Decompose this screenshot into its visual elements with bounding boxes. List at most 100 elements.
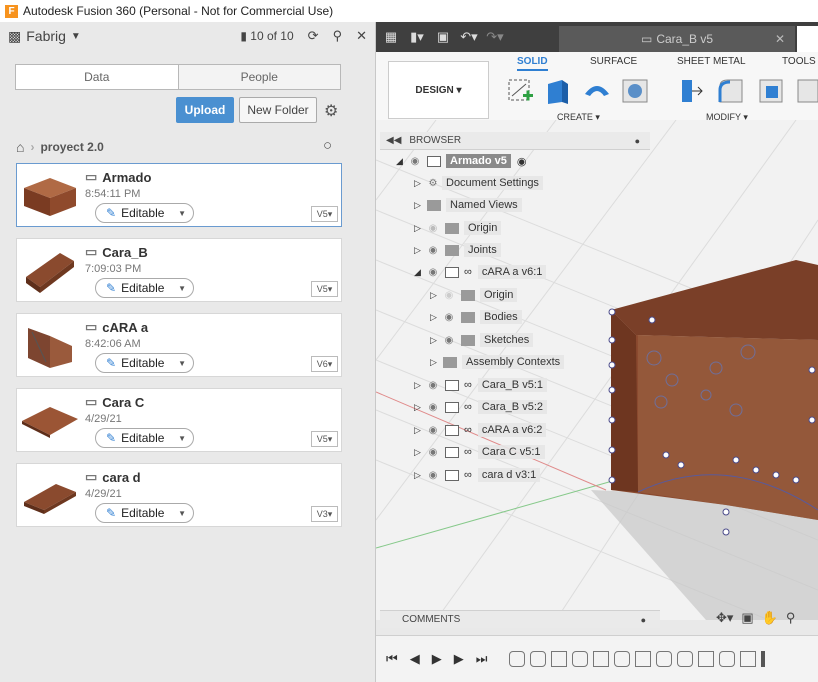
create-sketch-icon[interactable] (506, 76, 536, 106)
browser-node[interactable]: ▷ ⚙ Document Settings (414, 174, 543, 192)
close-icon[interactable]: ✕ (356, 28, 367, 44)
expand-triangle-icon[interactable]: ▷ (414, 447, 424, 458)
go-to-end-icon[interactable]: ⏭ (476, 651, 488, 667)
tab-people[interactable]: People (177, 65, 340, 89)
press-pull-icon[interactable] (676, 76, 706, 106)
browser-node[interactable]: ▷ ◉ ∞ cARA a v6:2 (414, 421, 547, 439)
comments-panel-header[interactable]: COMMENTS ● (380, 610, 660, 628)
browser-node[interactable]: ▷ ◉ ∞ Cara C v5:1 (414, 443, 545, 461)
tab-data[interactable]: Data (16, 65, 178, 89)
go-to-start-icon[interactable]: ⏮ (386, 651, 398, 667)
revolve-icon[interactable] (582, 76, 612, 106)
expand-triangle-icon[interactable]: ▷ (430, 335, 440, 346)
save-icon[interactable]: ▣ (432, 29, 454, 45)
tab-solid[interactable]: SOLID (517, 56, 548, 71)
version-badge[interactable]: V3 ▾ (311, 506, 338, 522)
version-badge[interactable]: V5 ▾ (311, 281, 338, 297)
browser-panel-header[interactable]: ◀◀ BROWSER ● (380, 132, 650, 150)
step-forward-icon[interactable]: ▶ (454, 651, 464, 667)
browser-node[interactable]: ◢ ◉ ∞ cARA a v6:1 (414, 263, 547, 281)
list-item[interactable]: ▭ Cara_B 7:09:03 PM ✎ Editable ▼ V5 ▾ (16, 238, 342, 302)
expand-triangle-icon[interactable]: ▷ (414, 200, 424, 211)
eye-icon[interactable]: ◉ (440, 312, 458, 323)
browser-node[interactable]: ▷ ◉ Origin (430, 286, 518, 304)
browser-root[interactable]: ◢ ◉ Armado v5 ◉ (396, 152, 526, 170)
add-comment-icon[interactable]: ● (641, 615, 646, 625)
collapse-icon[interactable]: ◀◀ (386, 135, 401, 146)
editable-dropdown[interactable]: ✎ Editable ▼ (95, 428, 194, 448)
new-folder-button[interactable]: New Folder (239, 97, 317, 123)
list-item[interactable]: ▭ Armado 8:54:11 PM ✎ Editable ▼ V5 ▾ (16, 163, 342, 227)
eye-icon[interactable]: ◉ (424, 447, 442, 458)
team-selector[interactable]: ▩ Fabrig ▼ (8, 28, 81, 45)
expand-triangle-icon[interactable]: ▷ (430, 290, 440, 301)
joint-feature-icon[interactable] (656, 651, 673, 667)
eye-icon[interactable]: ◉ (424, 470, 442, 481)
eye-icon[interactable]: ◉ (424, 245, 442, 256)
orbit-icon[interactable]: ✥▾ (716, 610, 733, 626)
version-badge[interactable]: V5 ▾ (311, 431, 338, 447)
tab-surface[interactable]: SURFACE (590, 56, 637, 67)
browser-node[interactable]: ▷ ◉ Sketches (430, 331, 534, 349)
expand-triangle-icon[interactable]: ▷ (414, 245, 424, 256)
browser-node[interactable]: ▷ ◉ Origin (414, 219, 502, 237)
breadcrumb-project[interactable]: proyect 2.0 (40, 140, 103, 154)
browser-node[interactable]: ▷ Assembly Contexts (430, 353, 565, 371)
list-item[interactable]: ▭ Cara C 4/29/21 ✎ Editable ▼ V5 ▾ (16, 388, 342, 452)
version-badge[interactable]: V6 ▾ (311, 356, 338, 372)
expand-triangle-icon[interactable]: ▷ (414, 470, 424, 481)
active-document-tab[interactable] (797, 26, 818, 52)
eye-icon[interactable]: ◉ (424, 267, 442, 278)
extrude-icon[interactable] (542, 76, 572, 106)
browser-node[interactable]: ▷ Named Views (414, 196, 522, 214)
tab-sheet-metal[interactable]: SHEET METAL (677, 56, 746, 67)
joint-feature-icon[interactable] (530, 651, 547, 667)
upload-button[interactable]: Upload (176, 97, 234, 123)
eye-icon[interactable]: ◉ (440, 290, 458, 301)
eye-icon[interactable]: ◉ (424, 223, 442, 234)
expand-triangle-icon[interactable]: ◢ (396, 156, 406, 167)
eye-icon[interactable]: ◉ (406, 156, 424, 167)
close-icon[interactable]: ✕ (775, 32, 785, 46)
home-icon[interactable]: ⌂ (16, 139, 24, 155)
gear-icon[interactable]: ⚙ (324, 101, 338, 121)
activate-icon[interactable]: ◉ (517, 155, 527, 168)
search-icon[interactable]: ⚲ (333, 28, 343, 44)
file-menu-icon[interactable]: ▮▾ (406, 29, 428, 45)
expand-triangle-icon[interactable]: ▷ (414, 425, 424, 436)
browser-node[interactable]: ▷ ◉ ∞ cara d v3:1 (414, 466, 541, 484)
zoom-icon[interactable]: ⚲ (786, 610, 796, 626)
rigid-joint-feature-icon[interactable] (740, 651, 757, 667)
joint-feature-icon[interactable] (509, 651, 526, 667)
expand-triangle-icon[interactable]: ▷ (414, 402, 424, 413)
browser-node[interactable]: ▷ ◉ ∞ Cara_B v5:2 (414, 398, 547, 416)
list-item[interactable]: ▭ cARA a 8:42:06 AM ✎ Editable ▼ V6 ▾ (16, 313, 342, 377)
joint-feature-icon[interactable] (677, 651, 694, 667)
workspace-switcher[interactable]: DESIGN ▾ (388, 61, 489, 119)
expand-triangle-icon[interactable]: ▷ (414, 223, 424, 234)
undo-icon[interactable]: ↶▾ (458, 29, 480, 45)
list-item[interactable]: ▭ cara d 4/29/21 ✎ Editable ▼ V3 ▾ (16, 463, 342, 527)
eye-icon[interactable]: ◉ (424, 380, 442, 391)
look-at-icon[interactable]: ▣ (741, 610, 753, 626)
editable-dropdown[interactable]: ✎ Editable ▼ (95, 503, 194, 523)
expand-triangle-icon[interactable]: ◢ (414, 267, 424, 278)
refresh-icon[interactable]: ⟳ (308, 28, 319, 44)
hole-icon[interactable] (620, 76, 650, 106)
fillet-icon[interactable] (716, 76, 746, 106)
step-back-icon[interactable]: ◀ (410, 651, 420, 667)
editable-dropdown[interactable]: ✎ Editable ▼ (95, 203, 194, 223)
grid-icon[interactable]: ▦ (380, 29, 402, 45)
rigid-joint-feature-icon[interactable] (698, 651, 715, 667)
joint-feature-icon[interactable] (719, 651, 736, 667)
expand-triangle-icon[interactable]: ▷ (430, 312, 440, 323)
assemble-icon[interactable] (796, 76, 818, 106)
document-tab[interactable]: ▭ Cara_B v5 ✕ (559, 26, 795, 52)
eye-icon[interactable]: ◉ (424, 425, 442, 436)
browser-node[interactable]: ▷ ◉ ∞ Cara_B v5:1 (414, 376, 547, 394)
expand-triangle-icon[interactable]: ▷ (414, 178, 424, 189)
timeline-marker-icon[interactable] (761, 651, 766, 667)
editable-dropdown[interactable]: ✎ Editable ▼ (95, 278, 194, 298)
rigid-joint-feature-icon[interactable] (635, 651, 652, 667)
globe-icon[interactable]: ○ (323, 137, 332, 154)
